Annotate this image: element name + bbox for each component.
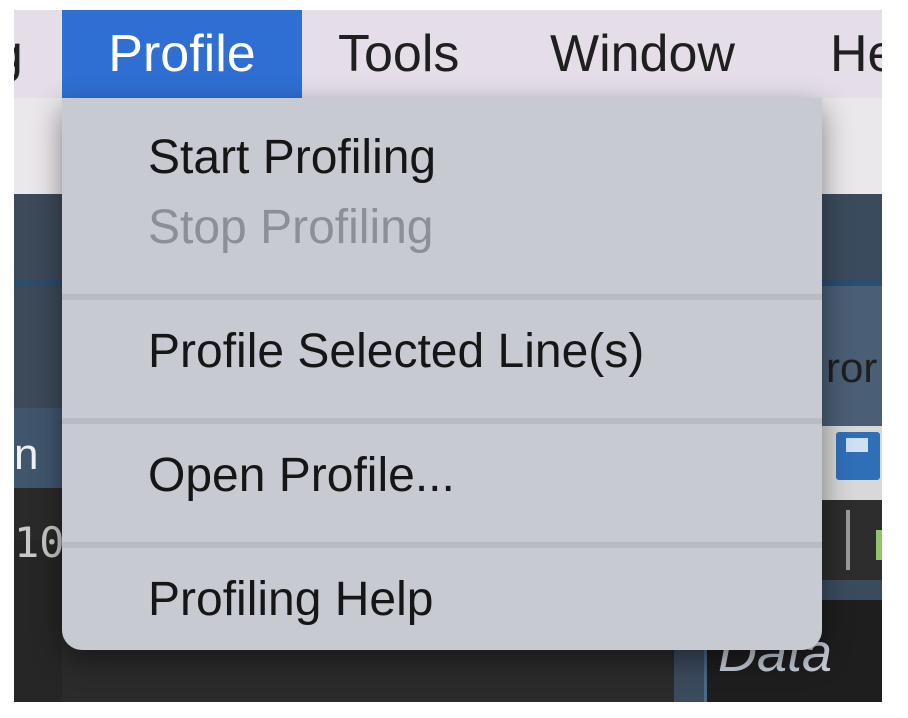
- menu-separator: [62, 542, 822, 548]
- profile-dropdown-menu: Start Profiling Stop Profiling Profile S…: [62, 98, 822, 650]
- menu-separator: [62, 418, 822, 424]
- menu-window[interactable]: Window: [550, 10, 735, 98]
- menu-item-profiling-help[interactable]: Profiling Help: [148, 570, 433, 630]
- menu-previous[interactable]: g: [14, 10, 34, 98]
- menu-item-profile-selected-lines[interactable]: Profile Selected Line(s): [148, 322, 644, 382]
- menu-item-start-profiling[interactable]: Start Profiling: [148, 128, 436, 188]
- menu-separator: [62, 294, 822, 300]
- line-number: 10: [14, 518, 65, 567]
- left-pane-label: n: [14, 430, 39, 479]
- menu-item-stop-profiling: Stop Profiling: [148, 201, 434, 254]
- left-pane-divider: [14, 280, 62, 286]
- menu-tools[interactable]: Tools: [338, 10, 459, 98]
- menu-help[interactable]: He: [830, 10, 882, 98]
- menu-profile[interactable]: Profile: [62, 10, 302, 98]
- screenshot-frame: n 10 ror Data g Profile Tools Window He …: [14, 10, 882, 702]
- save-icon[interactable]: [836, 432, 880, 480]
- right-tab-label: ror: [826, 344, 878, 391]
- run-icon[interactable]: [876, 530, 882, 560]
- right-pane-toolbar-lower: [822, 500, 882, 580]
- toolbar-separator: [846, 510, 850, 570]
- menu-bar: g Profile Tools Window He: [14, 10, 882, 98]
- menu-item-open-profile[interactable]: Open Profile...: [148, 446, 455, 506]
